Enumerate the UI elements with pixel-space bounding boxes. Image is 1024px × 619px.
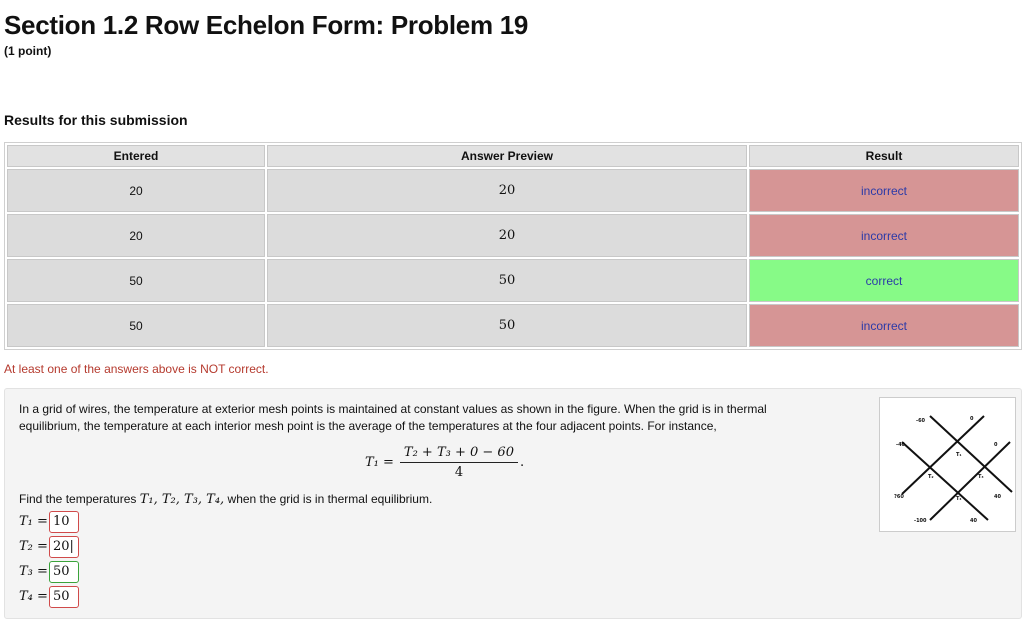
fig-label-bottom-right: 40 [970, 518, 977, 524]
answer-row: T₁ = 10 [19, 509, 79, 534]
header-result: Result [749, 145, 1019, 167]
table-row: 20 20 incorrect [7, 214, 1019, 257]
fig-label-left-upper: -40 [896, 442, 906, 448]
preview-cell: 20 [267, 169, 747, 212]
formula-denominator: 4 [454, 465, 464, 480]
answer-input-t4[interactable]: 50 [49, 585, 79, 608]
find-instruction: Find the temperatures T₁, T₂, T₃, T₄, wh… [19, 492, 432, 507]
result-cell: incorrect [749, 169, 1019, 212]
formula-fraction: T₂ + T₃ + 0 − 60 4 [399, 445, 518, 480]
result-cell: incorrect [749, 214, 1019, 257]
fig-label-top-right: 0 [970, 416, 974, 422]
fig-label-t2: T₂ [928, 474, 934, 480]
answer-label: T₄ = [19, 589, 48, 604]
answer-input-t1[interactable]: 10 [49, 510, 79, 533]
points-label: (1 point) [4, 44, 52, 58]
grid-figure-svg: -60 0 -40 0 ?60 40 -100 40 T₁ T₂ T₃ T₄ [894, 415, 1013, 524]
answer-label: T₁ = [19, 514, 48, 529]
entered-cell: 50 [7, 259, 265, 302]
example-formula: T₁ = T₂ + T₃ + 0 − 60 4 . [365, 445, 524, 480]
find-suffix: when the grid is in thermal equilibrium. [224, 492, 433, 506]
entered-cell: 50 [7, 304, 265, 347]
answer-row: T₂ = 20| [19, 534, 79, 559]
preview-cell: 50 [267, 304, 747, 347]
find-variables: T₁, T₂, T₃, T₄, [139, 492, 225, 507]
answer-input-t3[interactable]: 50 [49, 560, 79, 583]
header-entered: Entered [7, 145, 265, 167]
preview-cell: 20 [267, 214, 747, 257]
fig-label-t1: T₁ [956, 452, 962, 458]
results-heading: Results for this submission [4, 112, 188, 128]
answer-list: T₁ = 10 T₂ = 20| T₃ = 50 T₄ = 50 [19, 509, 79, 609]
table-row: 20 20 incorrect [7, 169, 1019, 212]
formula-lhs: T₁ = [365, 455, 394, 470]
fig-label-right-upper: 0 [994, 442, 998, 448]
entered-cell: 20 [7, 214, 265, 257]
fig-label-top-left: -60 [916, 418, 926, 424]
fig-label-bottom-left: -100 [914, 518, 927, 524]
fig-label-t4: T₄ [956, 496, 962, 502]
find-prefix: Find the temperatures [19, 492, 140, 506]
table-row: 50 50 incorrect [7, 304, 1019, 347]
formula-period: . [519, 455, 525, 470]
fig-label-left-lower: ?60 [894, 494, 904, 500]
formula-numerator: T₂ + T₃ + 0 − 60 [399, 445, 518, 463]
warning-message: At least one of the answers above is NOT… [4, 362, 269, 376]
answer-label: T₂ = [19, 539, 48, 554]
problem-panel: In a grid of wires, the temperature at e… [4, 388, 1022, 619]
page-title: Section 1.2 Row Echelon Form: Problem 19 [4, 10, 529, 40]
answer-label: T₃ = [19, 564, 48, 579]
preview-cell: 50 [267, 259, 747, 302]
results-table: Entered Answer Preview Result 20 20 inco… [4, 142, 1022, 350]
table-header-row: Entered Answer Preview Result [7, 145, 1019, 167]
header-answer-preview: Answer Preview [267, 145, 747, 167]
fig-label-t3: T₃ [978, 474, 984, 480]
entered-cell: 20 [7, 169, 265, 212]
answer-row: T₃ = 50 [19, 559, 79, 584]
result-cell: correct [749, 259, 1019, 302]
table-row: 50 50 correct [7, 259, 1019, 302]
grid-figure: -60 0 -40 0 ?60 40 -100 40 T₁ T₂ T₃ T₄ [879, 397, 1016, 532]
answer-input-t2[interactable]: 20| [49, 535, 79, 558]
result-cell: incorrect [749, 304, 1019, 347]
problem-description: In a grid of wires, the temperature at e… [19, 402, 767, 433]
fig-label-right-lower: 40 [994, 494, 1001, 500]
answer-row: T₄ = 50 [19, 584, 79, 609]
